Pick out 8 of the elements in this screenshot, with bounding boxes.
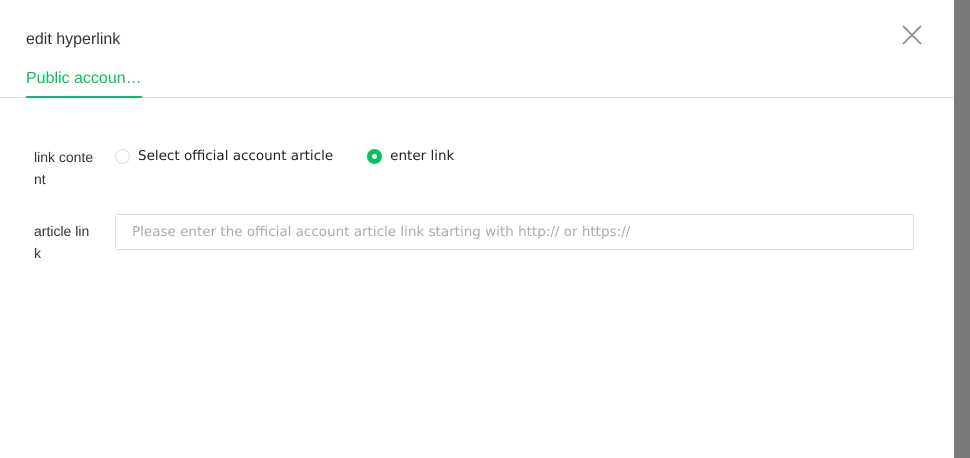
field-label: link content xyxy=(34,148,94,189)
radio-option[interactable]: Select official account article xyxy=(115,148,334,164)
field-label: article link xyxy=(34,222,90,263)
radio-button[interactable] xyxy=(367,148,382,164)
radio-option[interactable]: enter link xyxy=(367,148,454,164)
close-icon[interactable] xyxy=(902,25,922,45)
input-field[interactable]: Please enter the official account article link starting with http:// or https:// xyxy=(115,214,914,250)
dialog-title: edit hyperlink xyxy=(26,30,120,49)
